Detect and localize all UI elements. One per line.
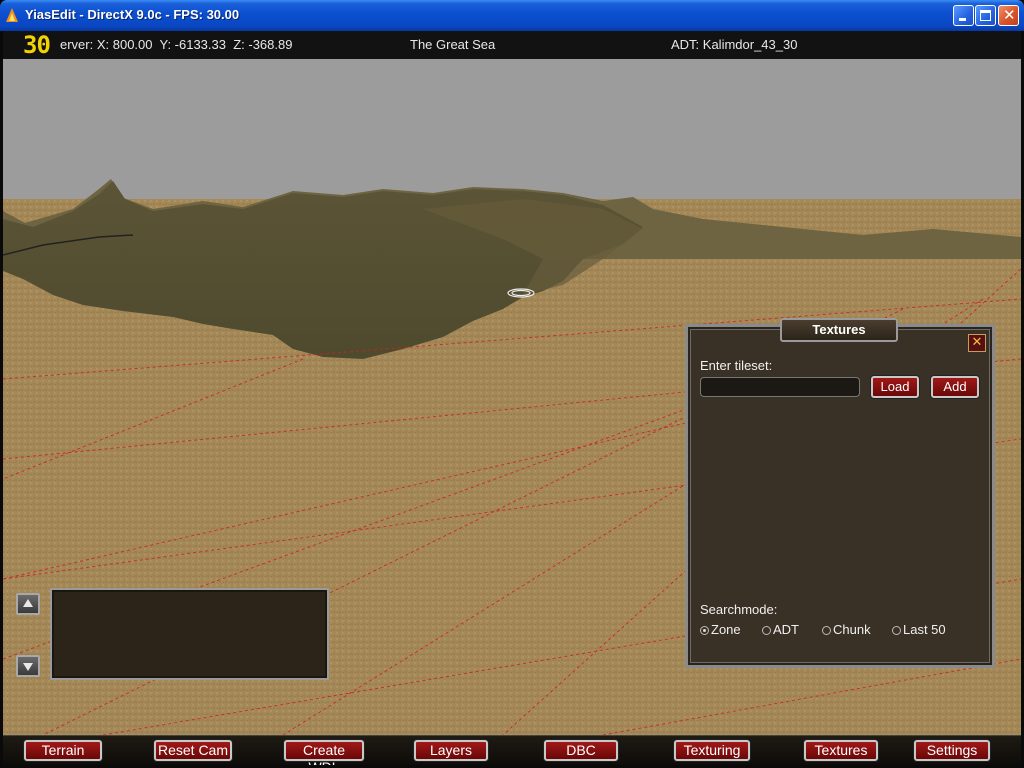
searchmode-label: Searchmode: [700, 602, 778, 617]
menu-texturing-button[interactable]: Texturing [674, 740, 750, 761]
fps-overlay: 30 [23, 31, 51, 59]
console-panel[interactable] [50, 588, 329, 680]
searchmode-zone[interactable]: Zone [700, 622, 741, 637]
radio-selected-icon [700, 626, 709, 635]
menu-create-wdl-button[interactable]: Create WDL [284, 740, 364, 765]
radio-icon [762, 626, 771, 635]
menu-settings-button[interactable]: Settings [914, 740, 990, 761]
console-scroll-down-button[interactable] [16, 655, 40, 677]
bottom-menu: Terrain Reset Cam Create WDL Layers DBC … [3, 735, 1021, 765]
minimize-icon [959, 18, 966, 21]
maximize-icon [980, 10, 991, 21]
textures-window[interactable]: Textures ✕ Enter tileset: Load Add Searc… [685, 318, 995, 668]
client-area: erver: X: 800.00 Y: -6133.33 Z: -368.89 … [3, 31, 1021, 765]
menu-textures-button[interactable]: Textures [804, 740, 878, 761]
radio-icon [892, 626, 901, 635]
add-button[interactable]: Add [931, 376, 979, 398]
searchmode-adt[interactable]: ADT [762, 622, 799, 637]
window-titlebar[interactable]: YiasEdit - DirectX 9.0c - FPS: 30.00 ✕ [0, 0, 1024, 31]
searchmode-chunk[interactable]: Chunk [822, 622, 871, 637]
arrow-down-icon [23, 663, 33, 671]
close-button[interactable]: ✕ [998, 5, 1019, 26]
close-icon: ✕ [971, 335, 983, 350]
menu-layers-button[interactable]: Layers [414, 740, 488, 761]
maximize-button[interactable] [975, 5, 996, 26]
close-icon: ✕ [1003, 6, 1016, 24]
searchmode-zone-label: Zone [711, 622, 741, 637]
arrow-up-icon [23, 599, 33, 607]
textures-close-button[interactable]: ✕ [968, 334, 986, 352]
tileset-label: Enter tileset: [700, 358, 773, 373]
tileset-input[interactable] [700, 377, 860, 397]
radio-icon [822, 626, 831, 635]
searchmode-adt-label: ADT [773, 622, 799, 637]
window-title: YiasEdit - DirectX 9.0c - FPS: 30.00 [25, 7, 240, 22]
searchmode-last50[interactable]: Last 50 [892, 622, 946, 637]
menu-dbc-button[interactable]: DBC [544, 740, 618, 761]
adt-name: ADT: Kalimdor_43_30 [671, 37, 798, 52]
zone-name: The Great Sea [410, 37, 496, 52]
flame-app-icon [6, 8, 18, 22]
console-scroll-up-button[interactable] [16, 593, 40, 615]
searchmode-last50-label: Last 50 [903, 622, 946, 637]
menu-terrain-button[interactable]: Terrain [24, 740, 102, 761]
searchmode-chunk-label: Chunk [833, 622, 871, 637]
textures-window-title[interactable]: Textures [780, 318, 898, 342]
menu-reset-cam-button[interactable]: Reset Cam [154, 740, 232, 761]
coordinates-readout: erver: X: 800.00 Y: -6133.33 Z: -368.89 [60, 37, 293, 52]
load-button[interactable]: Load [871, 376, 919, 398]
minimize-button[interactable] [953, 5, 974, 26]
info-bar: erver: X: 800.00 Y: -6133.33 Z: -368.89 … [3, 31, 1021, 59]
